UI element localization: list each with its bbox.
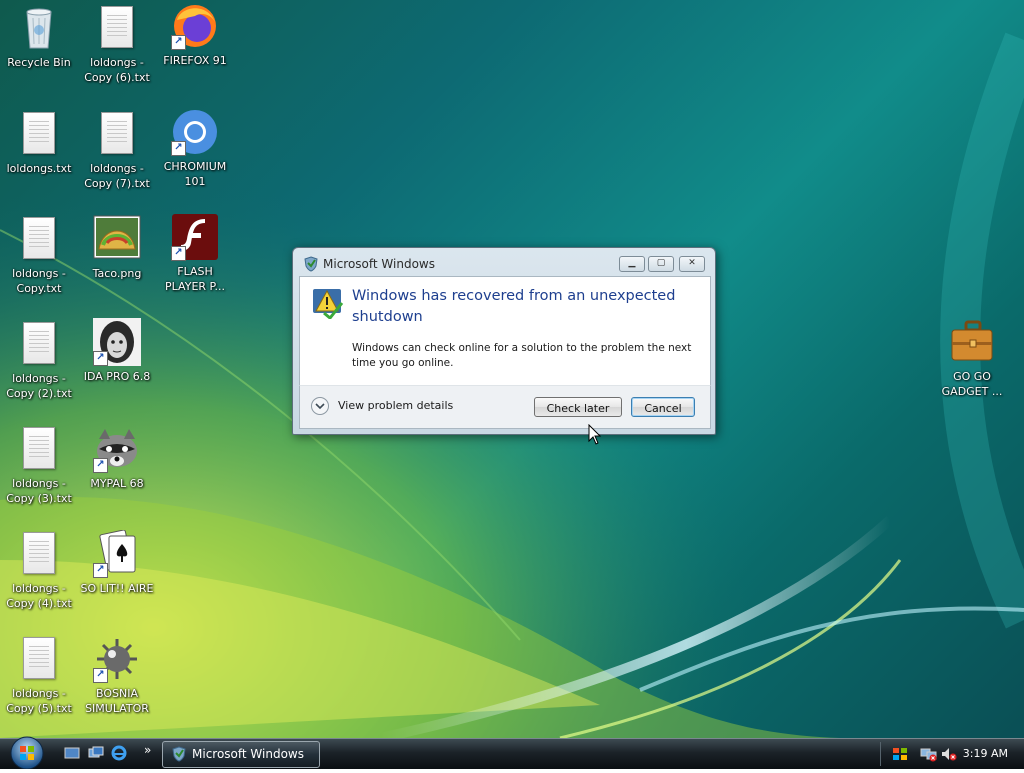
icon-label: loldongs - Copy (6).txt <box>84 56 150 84</box>
mouse-cursor-icon <box>588 424 602 445</box>
tray-divider <box>880 742 881 766</box>
windows-orb-icon <box>10 736 44 770</box>
icon-label: BOSNIA SIMULATOR <box>85 687 149 715</box>
icon-label: loldongs - Copy.txt <box>12 267 66 295</box>
image-file-icon <box>93 215 141 263</box>
taskbar-button-label: Microsoft Windows <box>192 747 304 761</box>
icon-label: loldongs.txt <box>6 162 72 175</box>
briefcase-icon <box>948 318 996 366</box>
mypal-icon: ↗ <box>93 425 141 473</box>
shortcut-arrow-icon: ↗ <box>93 668 108 683</box>
shortcut-arrow-icon: ↗ <box>171 141 186 156</box>
taskbar-button-microsoft-windows[interactable]: Microsoft Windows <box>162 741 320 768</box>
clock[interactable]: 3:19 AM <box>963 747 1008 760</box>
dialog-content: Windows has recovered from an unexpected… <box>299 276 711 385</box>
icon-label: MYPAL 68 <box>90 477 144 490</box>
desktop-icon-solitaire[interactable]: ↗ SO LIT!! AIRE <box>78 529 156 596</box>
start-button[interactable] <box>8 735 46 770</box>
volume-muted-icon[interactable] <box>940 746 958 762</box>
desktop-icon-loldongs-copy-5[interactable]: loldongs - Copy (5).txt <box>0 635 78 716</box>
recovery-dialog: Microsoft Windows ▁ ▢ ✕ Windows has reco… <box>292 247 716 435</box>
check-later-button[interactable]: Check later <box>534 397 622 417</box>
icon-label: loldongs - Copy (5).txt <box>6 687 72 715</box>
desktop-icon-ida-pro[interactable]: ↗ IDA PRO 6.8 <box>78 318 156 384</box>
text-file-icon <box>15 110 63 158</box>
shortcut-arrow-icon: ↗ <box>93 458 108 473</box>
close-button[interactable]: ✕ <box>679 256 705 272</box>
dialog-title: Microsoft Windows <box>323 257 435 271</box>
shortcut-arrow-icon: ↗ <box>93 351 108 366</box>
shortcut-arrow-icon: ↗ <box>171 246 186 261</box>
shortcut-arrow-icon: ↗ <box>93 563 108 578</box>
icon-label: loldongs - Copy (2).txt <box>6 372 72 400</box>
desktop-icon-loldongs-copy-7[interactable]: loldongs - Copy (7).txt <box>78 110 156 191</box>
maximize-button[interactable]: ▢ <box>648 256 674 272</box>
view-problem-details-toggle[interactable]: View problem details <box>310 396 460 416</box>
dialog-titlebar[interactable]: Microsoft Windows ▁ ▢ ✕ <box>293 248 715 278</box>
internet-explorer-icon[interactable] <box>111 745 127 761</box>
text-file-icon <box>15 635 63 683</box>
recycle-bin-icon <box>15 4 63 52</box>
desktop-icon-loldongs-copy-2[interactable]: loldongs - Copy (2).txt <box>0 320 78 401</box>
icon-label: CHROMIUM 101 <box>163 160 227 188</box>
flash-player-icon: ↗ <box>171 213 219 261</box>
show-desktop-icon[interactable] <box>64 746 80 760</box>
text-file-icon <box>93 4 141 52</box>
icon-label: Recycle Bin <box>7 56 71 69</box>
text-file-icon <box>15 215 63 263</box>
text-file-icon <box>93 110 141 158</box>
dialog-footer: View problem details Check later Cancel <box>299 385 711 429</box>
dialog-heading: Windows has recovered from an unexpected… <box>352 288 676 325</box>
switch-windows-icon[interactable] <box>88 746 104 760</box>
text-file-icon <box>15 530 63 578</box>
desktop-icon-loldongs-txt[interactable]: loldongs.txt <box>0 110 78 176</box>
cancel-button[interactable]: Cancel <box>631 397 695 417</box>
ida-pro-icon: ↗ <box>93 318 141 366</box>
icon-label: loldongs - Copy (3).txt <box>6 477 72 505</box>
minesweeper-icon: ↗ <box>93 635 141 683</box>
icon-label: FLASH PLAYER P... <box>165 265 225 293</box>
network-disconnected-icon[interactable] <box>920 746 938 762</box>
icon-label: loldongs - Copy (7).txt <box>84 162 150 190</box>
icon-label: GO GO GADGET ... <box>941 370 1003 398</box>
desktop: Recycle Bin loldongs.txt loldongs - Copy… <box>0 0 1024 738</box>
text-file-icon <box>15 320 63 368</box>
icon-label: FIREFOX 91 <box>163 54 227 67</box>
taskbar: » Microsoft Windows 3:19 AM <box>0 735 1024 770</box>
desktop-icon-go-go-gadget[interactable]: GO GO GADGET ... <box>933 318 1011 399</box>
desktop-icon-flash-player[interactable]: ↗ FLASH PLAYER P... <box>156 213 234 294</box>
view-problem-details-label: View problem details <box>338 399 454 412</box>
desktop-icon-mypal[interactable]: ↗ MYPAL 68 <box>78 425 156 491</box>
shortcut-arrow-icon: ↗ <box>171 35 186 50</box>
windows-shield-icon <box>304 256 318 272</box>
desktop-icon-loldongs-copy-4[interactable]: loldongs - Copy (4).txt <box>0 530 78 611</box>
icon-label: loldongs - Copy (4).txt <box>6 582 72 610</box>
icon-label: Taco.png <box>92 267 142 280</box>
desktop-icon-loldongs-copy-3[interactable]: loldongs - Copy (3).txt <box>0 425 78 506</box>
text-file-icon <box>15 425 63 473</box>
quick-launch-more-button[interactable]: » <box>144 743 151 757</box>
desktop-icon-recycle-bin[interactable]: Recycle Bin <box>0 4 78 70</box>
icon-label: IDA PRO 6.8 <box>83 370 151 383</box>
desktop-icon-bosnia-simulator[interactable]: ↗ BOSNIA SIMULATOR <box>78 635 156 716</box>
expand-chevron-icon <box>311 397 329 415</box>
desktop-icon-chromium[interactable]: ↗ CHROMIUM 101 <box>156 108 234 189</box>
desktop-icon-taco-png[interactable]: Taco.png <box>78 215 156 281</box>
desktop-icon-loldongs-copy-6[interactable]: loldongs - Copy (6).txt <box>78 4 156 85</box>
solitaire-icon: ↗ <box>93 529 141 578</box>
windows-shield-icon <box>172 746 186 762</box>
dialog-message: Windows can check online for a solution … <box>352 342 692 369</box>
chromium-icon: ↗ <box>171 108 219 156</box>
firefox-icon: ↗ <box>171 2 219 50</box>
warning-shield-icon <box>313 289 344 319</box>
minimize-button[interactable]: ▁ <box>619 256 645 272</box>
windows-update-icon[interactable] <box>892 746 908 762</box>
desktop-icon-firefox[interactable]: ↗ FIREFOX 91 <box>156 2 234 68</box>
icon-label: SO LIT!! AIRE <box>80 582 154 595</box>
desktop-icon-loldongs-copy[interactable]: loldongs - Copy.txt <box>0 215 78 296</box>
